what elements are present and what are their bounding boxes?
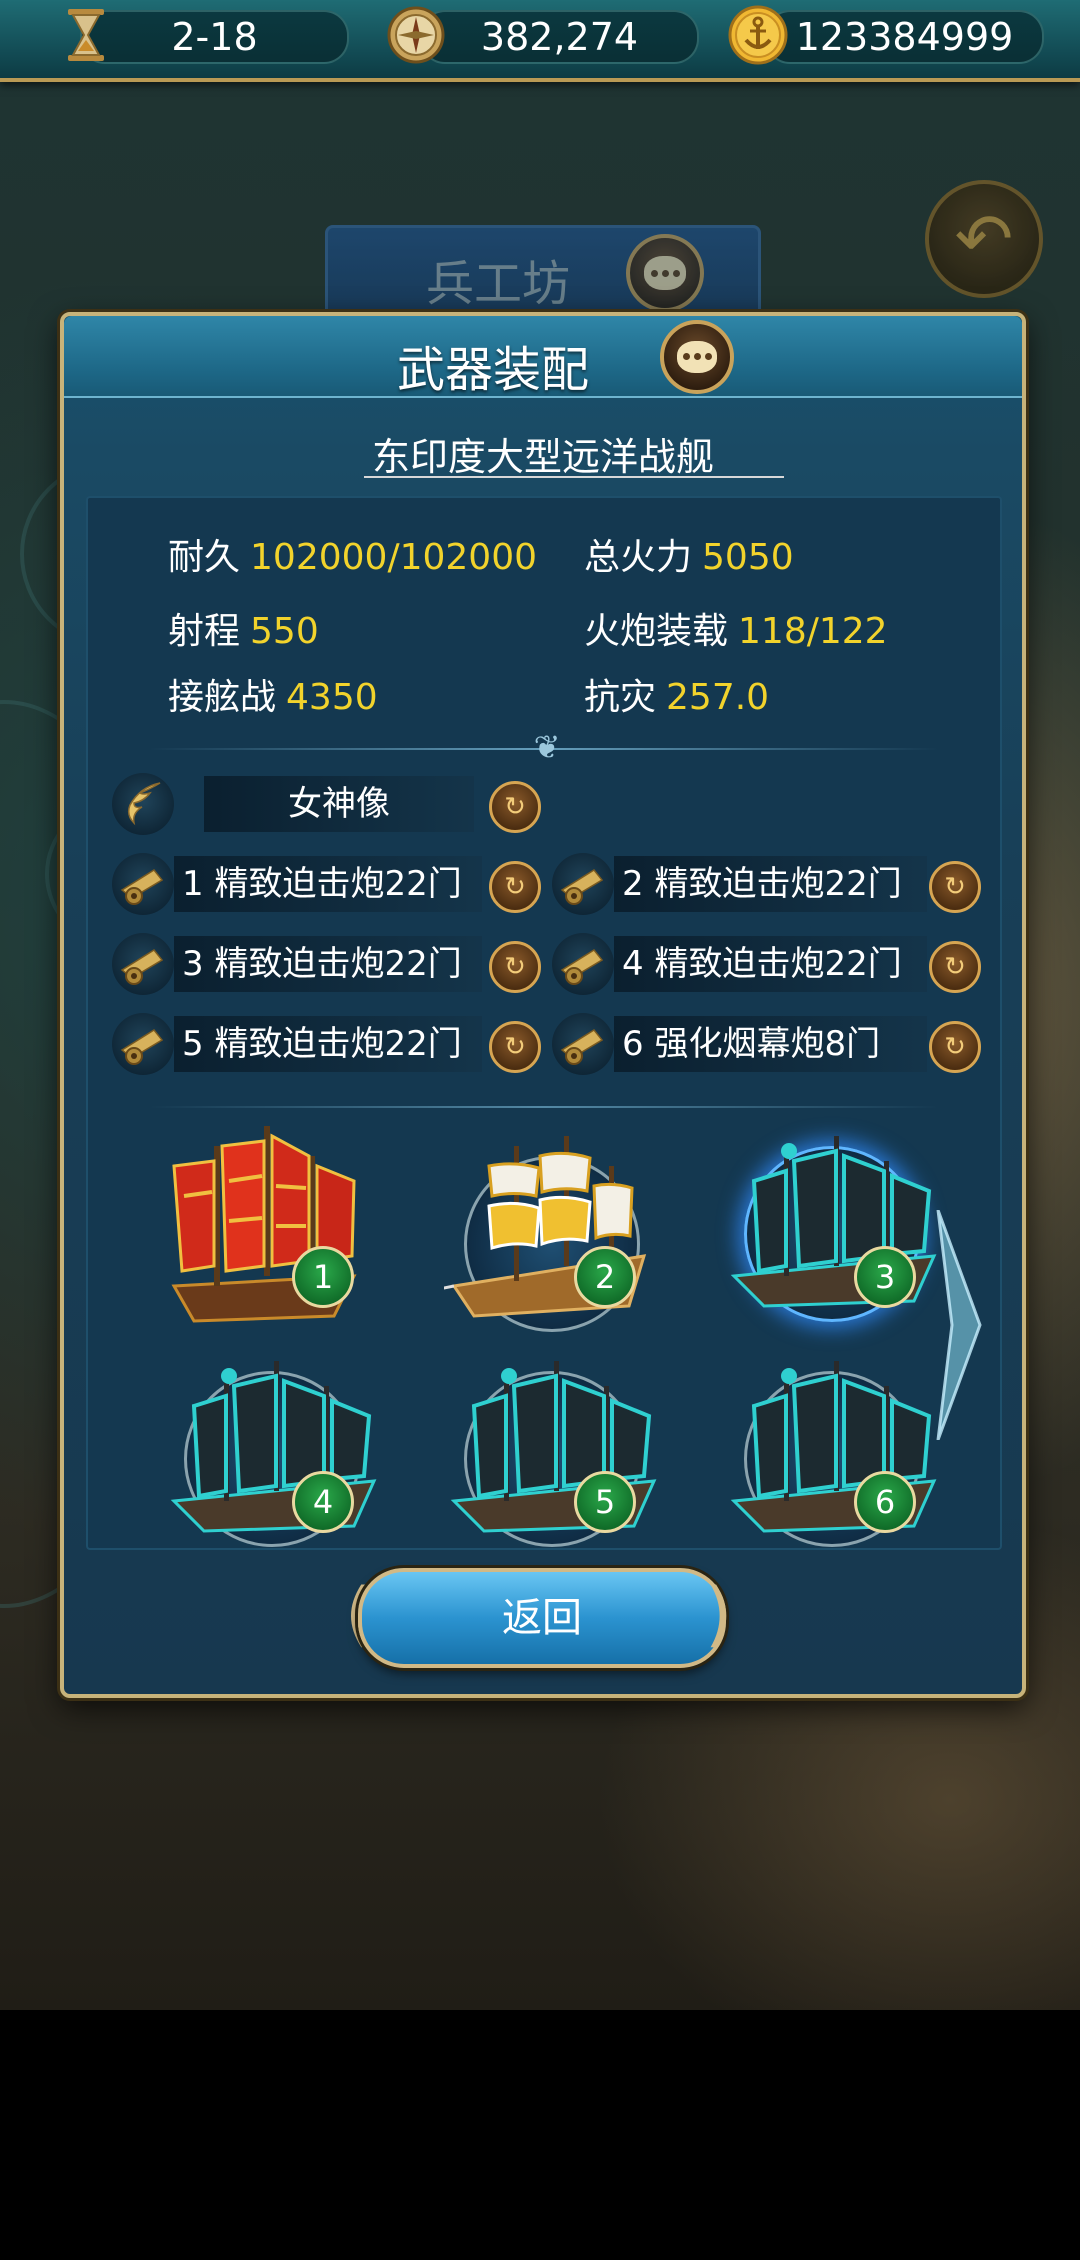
cannon-slot-5[interactable]: 5 精致迫击炮22门	[174, 1016, 482, 1072]
anchor-coin-icon	[727, 4, 789, 66]
badge-number: 1	[312, 1258, 334, 1296]
teal-ship-icon	[730, 1361, 937, 1533]
resource-bar: 2-18 382,274 123384999	[0, 0, 1080, 82]
divider-ornament-icon: ❦	[533, 728, 561, 766]
hourglass-icon	[55, 4, 117, 66]
compass-icon	[385, 4, 447, 66]
fleet-number-badge: 1	[292, 1246, 354, 1308]
red-junk-ship-icon	[171, 1126, 357, 1323]
cannon-slot-label: 6 强化烟幕炮8门	[622, 1024, 881, 1064]
stat-value: 5050	[702, 537, 794, 578]
fleet-number-badge: 6	[854, 1471, 916, 1533]
chat-icon[interactable]	[660, 320, 734, 394]
teal-ship-icon	[730, 1136, 937, 1308]
fleet-number-badge: 2	[574, 1246, 636, 1308]
cannon-slot-label: 1 精致迫击炮22门	[182, 864, 462, 904]
figurehead-slot[interactable]: 女神像	[204, 776, 474, 832]
date-display: 2-18	[80, 10, 349, 64]
figurehead-label: 女神像	[288, 784, 390, 824]
stat-boarding: 接舷战 4350	[168, 668, 378, 720]
badge-number: 5	[594, 1483, 616, 1521]
swap-icon[interactable]: ↻	[489, 941, 541, 993]
wing-icon	[112, 773, 174, 835]
cannon-slot-1[interactable]: 1 精致迫击炮22门	[174, 856, 482, 912]
cannon-slot-label: 3 精致迫击炮22门	[182, 944, 462, 984]
cannon-icon	[112, 1013, 174, 1075]
swap-icon[interactable]: ↻	[929, 861, 981, 913]
cannon-slot-4[interactable]: 4 精致迫击炮22门	[614, 936, 927, 992]
back-button[interactable]: ↶	[925, 180, 1043, 298]
chat-icon[interactable]	[626, 234, 704, 312]
stat-value: 118/122	[738, 611, 888, 652]
compass-value: 382,274	[480, 15, 639, 59]
gold-display: 123384999	[765, 10, 1044, 64]
fleet-ship-2[interactable]	[444, 1136, 654, 1336]
fleet-number-badge: 4	[292, 1471, 354, 1533]
swap-icon[interactable]: ↻	[929, 941, 981, 993]
stat-value: 257.0	[666, 677, 770, 718]
fleet-number-badge: 5	[574, 1471, 636, 1533]
swap-icon[interactable]: ↻	[489, 861, 541, 913]
badge-number: 3	[874, 1258, 896, 1296]
stat-label: 接舷战	[168, 677, 277, 718]
cannon-icon	[552, 853, 614, 915]
return-button[interactable]: 返回	[358, 1568, 726, 1668]
stat-range: 射程 550	[168, 602, 319, 654]
stat-label: 抗灾	[584, 677, 657, 718]
cannon-icon	[552, 933, 614, 995]
back-arrow-icon: ↶	[954, 198, 1014, 280]
return-label: 返回	[502, 1595, 582, 1641]
badge-number: 6	[874, 1483, 896, 1521]
teal-ship-icon	[170, 1361, 377, 1533]
swap-icon[interactable]: ↻	[929, 1021, 981, 1073]
swap-icon[interactable]: ↻	[489, 781, 541, 833]
workshop-title: 兵工坊	[425, 256, 570, 312]
gold-value: 123384999	[795, 15, 1014, 59]
cannon-slot-2[interactable]: 2 精致迫击炮22门	[614, 856, 927, 912]
weapon-config-panel: 武器装配 东印度大型远洋战舰 耐久 102000/102000 总火力 5050 射…	[60, 312, 1026, 1698]
cannon-slot-label: 2 精致迫击炮22门	[622, 864, 902, 904]
stat-disaster-resist: 抗灾 257.0	[584, 668, 769, 720]
stat-durability: 耐久 102000/102000	[168, 528, 537, 580]
button-ornament-right: )	[705, 1573, 733, 1655]
cannon-slot-3[interactable]: 3 精致迫击炮22门	[174, 936, 482, 992]
stat-cannon-load: 火炮装载 118/122	[584, 602, 888, 654]
ship-name-underline	[364, 476, 784, 478]
cannon-slot-6[interactable]: 6 强化烟幕炮8门	[614, 1016, 927, 1072]
galleon-ship-icon	[444, 1136, 647, 1318]
cannon-slot-label: 4 精致迫击炮22门	[622, 944, 902, 984]
cannon-icon	[552, 1013, 614, 1075]
badge-number: 2	[594, 1258, 616, 1296]
stat-value: 102000/102000	[250, 537, 537, 578]
stat-label: 火炮装载	[584, 611, 729, 652]
ship-name: 东印度大型远洋战舰	[371, 435, 714, 479]
fleet-number-badge: 3	[854, 1246, 916, 1308]
stat-label: 射程	[168, 611, 241, 652]
date-value: 2-18	[171, 15, 258, 59]
compass-display: 382,274	[420, 10, 699, 64]
cannon-slot-label: 5 精致迫击炮22门	[182, 1024, 462, 1064]
cannon-icon	[112, 853, 174, 915]
stat-label: 总火力	[584, 537, 693, 578]
stat-value: 550	[250, 611, 319, 652]
next-page-arrow-icon[interactable]	[930, 1210, 990, 1440]
stat-firepower: 总火力 5050	[584, 528, 794, 580]
teal-ship-icon	[450, 1361, 657, 1533]
badge-number: 4	[312, 1483, 334, 1521]
section-divider	[149, 1106, 939, 1108]
workshop-banner: 兵工坊	[325, 225, 761, 326]
cannon-icon	[112, 933, 174, 995]
stat-value: 4350	[286, 677, 378, 718]
panel-title: 武器装配	[396, 342, 589, 398]
stat-label: 耐久	[168, 537, 241, 578]
swap-icon[interactable]: ↻	[489, 1021, 541, 1073]
